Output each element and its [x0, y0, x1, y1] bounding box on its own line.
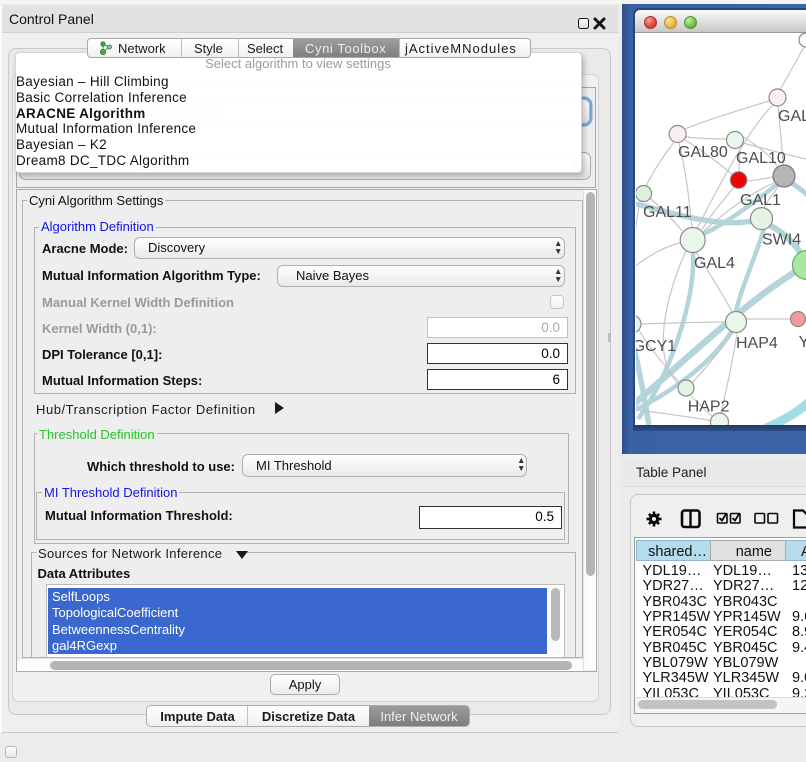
- svg-text:GAL80: GAL80: [678, 144, 728, 161]
- svg-text:GCY1: GCY1: [636, 338, 676, 355]
- svg-text:GAL2: GAL2: [778, 108, 806, 125]
- svg-text:HAP4: HAP4: [736, 335, 778, 352]
- svg-text:GAL4: GAL4: [694, 255, 735, 272]
- svg-text:GAL1: GAL1: [740, 192, 781, 209]
- svg-text:SWI4: SWI4: [762, 232, 801, 249]
- svg-text:Y: Y: [798, 334, 805, 351]
- svg-text:GAL10: GAL10: [736, 150, 786, 167]
- svg-text:HAP2: HAP2: [687, 399, 729, 416]
- svg-text:GAL11: GAL11: [643, 204, 692, 221]
